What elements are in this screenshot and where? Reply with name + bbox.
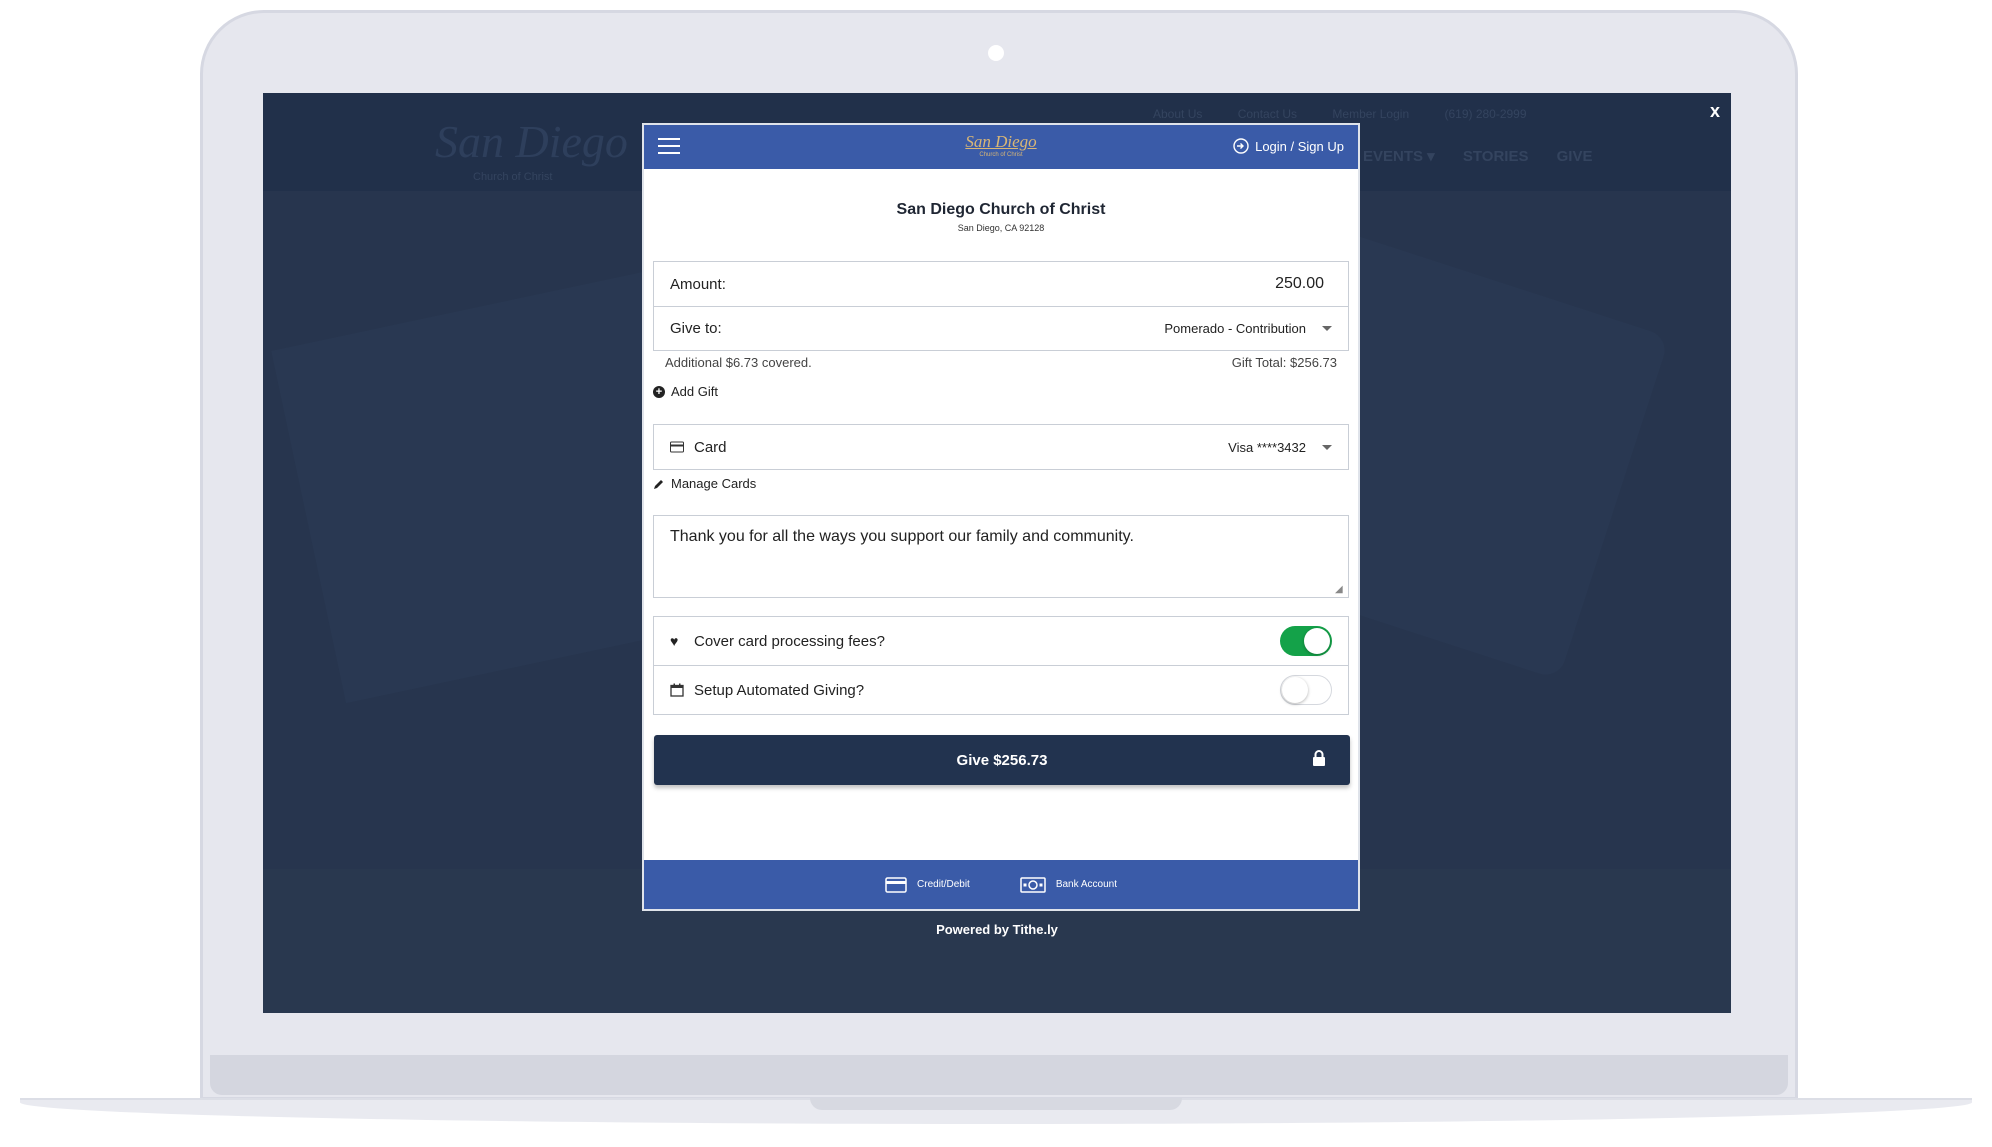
amount-row[interactable]: Amount: 250.00 xyxy=(654,262,1348,306)
options-box: ♥ Cover card processing fees? Setup Auto… xyxy=(653,616,1349,715)
login-label: Login / Sign Up xyxy=(1255,138,1344,154)
covered-note: Additional $6.73 covered. xyxy=(665,355,812,370)
give-button[interactable]: Give $256.73 xyxy=(654,735,1350,785)
tab-credit-debit[interactable]: Credit/Debit xyxy=(885,876,970,893)
card-row[interactable]: Card Visa ****3432 xyxy=(654,425,1348,469)
church-logo: San Diego Church of Christ xyxy=(965,132,1037,159)
card-box: Card Visa ****3432 xyxy=(653,424,1349,470)
tab-bank-account-label: Bank Account xyxy=(1055,879,1117,890)
automated-giving-label: Setup Automated Giving? xyxy=(694,681,865,699)
hamburger-menu-icon[interactable] xyxy=(658,138,680,154)
automated-giving-row: Setup Automated Giving? xyxy=(654,665,1348,714)
give-to-row[interactable]: Give to: Pomerado - Contribution xyxy=(654,306,1348,350)
manage-cards-link[interactable]: Manage Cards xyxy=(653,476,756,491)
add-gift-label: Add Gift xyxy=(671,384,718,399)
add-gift-link[interactable]: + Add Gift xyxy=(653,384,718,399)
login-signup-link[interactable]: Login / Sign Up xyxy=(1233,138,1344,154)
cash-icon xyxy=(1020,876,1046,893)
give-to-label: Give to: xyxy=(670,320,722,337)
give-to-select[interactable]: Pomerado - Contribution xyxy=(1164,321,1332,336)
church-name: San Diego Church of Christ xyxy=(896,201,1106,218)
powered-by[interactable]: Powered by Tithe.ly xyxy=(263,922,1731,937)
tab-credit-debit-label: Credit/Debit xyxy=(917,879,970,890)
manage-cards-label: Manage Cards xyxy=(671,476,757,491)
payment-method-tabs: Credit/Debit Bank Account xyxy=(644,860,1358,909)
laptop-notch xyxy=(810,1098,1182,1110)
give-button-label: Give $256.73 xyxy=(956,751,1048,769)
chevron-down-icon xyxy=(1322,326,1332,331)
give-to-value: Pomerado - Contribution xyxy=(1164,321,1306,336)
automated-giving-toggle[interactable] xyxy=(1280,675,1332,705)
close-button[interactable]: x xyxy=(1710,101,1720,122)
lock-icon xyxy=(1313,750,1325,766)
card-select[interactable]: Visa ****3432 xyxy=(1228,440,1332,455)
modal-header: San Diego Church of Christ Login / Sign … xyxy=(644,125,1358,169)
memo-textarea[interactable]: Thank you for all the ways you support o… xyxy=(653,515,1349,598)
nav-stories[interactable]: STORIES xyxy=(1463,148,1529,165)
laptop-chin xyxy=(210,1055,1788,1095)
credit-card-icon xyxy=(885,876,907,893)
top-link-member-login[interactable]: Member Login xyxy=(1332,107,1409,121)
card-value: Visa ****3432 xyxy=(1228,439,1306,455)
nav-give[interactable]: GIVE xyxy=(1557,148,1593,165)
church-city: San Diego, CA 92128 xyxy=(957,223,1045,233)
site-top-links: About Us Contact Us Member Login (619) 2… xyxy=(1153,107,1559,121)
cover-fees-row: ♥ Cover card processing fees? xyxy=(654,617,1348,665)
amount-label: Amount: xyxy=(670,275,726,293)
page: San Diego Church of Christ About Us Cont… xyxy=(0,0,1992,1147)
camera xyxy=(988,45,1004,61)
amount-input[interactable]: 250.00 xyxy=(1275,275,1324,293)
resize-grip-icon[interactable]: ◢ xyxy=(1335,584,1343,595)
nav-events[interactable]: EVENTS ▾ xyxy=(1363,148,1435,165)
chevron-down-icon xyxy=(1322,444,1332,450)
pencil-icon xyxy=(654,479,663,489)
screen: San Diego Church of Christ About Us Cont… xyxy=(263,93,1731,1013)
gift-total: Gift Total: $256.73 xyxy=(1231,355,1337,370)
plus-circle-icon: + xyxy=(653,385,665,398)
tab-bank-account[interactable]: Bank Account xyxy=(1020,876,1117,893)
login-icon xyxy=(1233,138,1249,154)
credit-card-icon xyxy=(670,441,684,453)
site-nav: EVENTS ▾ STORIES GIVE xyxy=(1363,147,1617,165)
card-label: Card xyxy=(694,438,727,456)
top-link-about[interactable]: About Us xyxy=(1153,107,1202,121)
top-link-phone[interactable]: (619) 280-2999 xyxy=(1444,107,1526,121)
giving-modal: San Diego Church of Christ Login / Sign … xyxy=(642,123,1360,911)
top-link-contact[interactable]: Contact Us xyxy=(1238,107,1297,121)
calendar-icon xyxy=(670,683,684,697)
site-logo[interactable]: San Diego xyxy=(435,115,628,168)
heart-icon: ♥ xyxy=(670,633,679,649)
cover-fees-label: Cover card processing fees? xyxy=(694,632,885,650)
cover-fees-toggle[interactable] xyxy=(1280,626,1332,656)
gift-box: Amount: 250.00 Give to: Pomerado - Contr… xyxy=(653,261,1349,351)
site-logo-sub: Church of Christ xyxy=(473,171,553,183)
